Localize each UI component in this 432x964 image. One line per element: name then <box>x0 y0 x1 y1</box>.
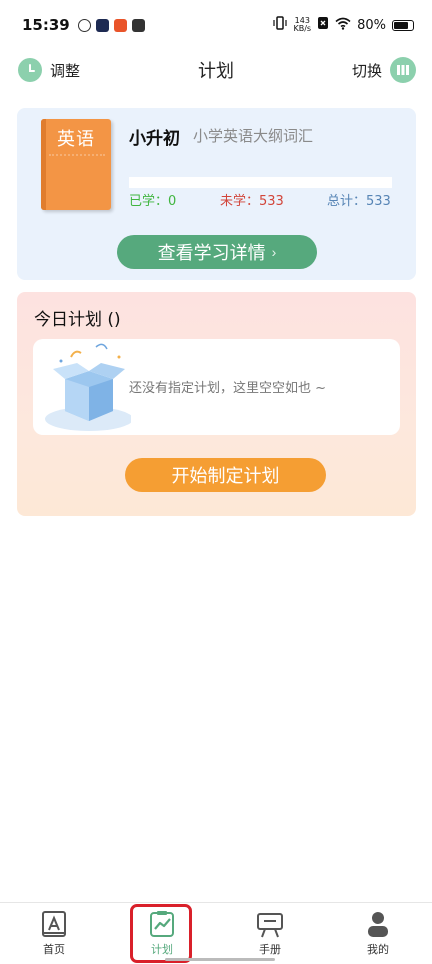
profile-icon <box>368 912 388 937</box>
home-indicator <box>165 958 275 961</box>
net-speed-unit: KB/s <box>293 24 312 33</box>
status-bar: 15:39 143 KB/s 80% <box>0 0 432 50</box>
status-time: 15:39 <box>22 16 70 34</box>
book-name: 小学英语大纲词汇 <box>193 127 314 145</box>
nav-item-plan[interactable]: 计划 <box>108 903 216 964</box>
adjust-button[interactable]: 调整 <box>18 58 80 82</box>
empty-box-illustration <box>45 343 131 431</box>
battery-percent: 80% <box>357 17 386 33</box>
adjust-label: 调整 <box>50 61 81 80</box>
book-level: 小升初 <box>129 129 180 149</box>
total-count: 总计：533 <box>327 194 391 209</box>
nav-item-handbook[interactable]: 手册 <box>216 903 324 964</box>
book-cover[interactable]: 英语 <box>41 119 111 210</box>
nav-label-plan: 计划 <box>151 943 173 956</box>
today-plan-card: 今日计划 () 还没有指定计划，这里空空如也 ~ 开始制定计划 <box>17 292 416 516</box>
nav-item-profile[interactable]: 我的 <box>324 903 432 964</box>
learned-count: 已学：0 <box>129 194 177 209</box>
switch-label: 切换 <box>351 61 382 80</box>
message-app-icon <box>131 18 145 32</box>
video-app-icon <box>95 18 109 32</box>
bottom-nav: 首页 计划 手册 我的 <box>0 902 432 964</box>
easel-icon <box>257 913 283 938</box>
nav-item-home[interactable]: 首页 <box>0 903 108 964</box>
no-sim-icon <box>317 16 329 34</box>
nav-label-profile: 我的 <box>367 943 389 956</box>
book-card: 英语 小升初 小学英语大纲词汇 已学：0 未学：533 总计：533 查看学习详… <box>17 108 416 280</box>
nav-label-home: 首页 <box>43 943 65 956</box>
book-cover-pattern <box>49 154 105 204</box>
battery-icon <box>392 19 414 31</box>
net-speed: 143 KB/s <box>293 17 311 33</box>
unlearned-count: 未学：533 <box>220 194 284 209</box>
app-notification-icon <box>77 18 91 32</box>
shopping-app-icon <box>113 18 127 32</box>
home-icon <box>42 911 66 937</box>
empty-state-text: 还没有指定计划，这里空空如也 ~ <box>129 381 327 396</box>
books-icon <box>390 57 416 83</box>
chevron-right-icon: › <box>271 244 277 260</box>
plan-title: 今日计划 () <box>34 310 121 330</box>
wifi-icon <box>335 17 351 34</box>
start-plan-button[interactable]: 开始制定计划 <box>125 458 326 492</box>
clock-icon <box>18 58 42 82</box>
switch-button[interactable]: 切换 <box>352 57 416 83</box>
header: 调整 计划 切换 <box>0 50 432 90</box>
view-details-label: 查看学习详情 <box>157 243 266 263</box>
view-details-button[interactable]: 查看学习详情 › <box>117 235 317 269</box>
empty-state: 还没有指定计划，这里空空如也 ~ <box>33 339 400 435</box>
plan-chart-icon <box>150 911 174 937</box>
nav-label-handbook: 手册 <box>259 943 281 956</box>
progress-bar <box>129 177 392 188</box>
book-cover-title: 英语 <box>57 129 95 150</box>
vibrate-icon <box>273 16 288 34</box>
